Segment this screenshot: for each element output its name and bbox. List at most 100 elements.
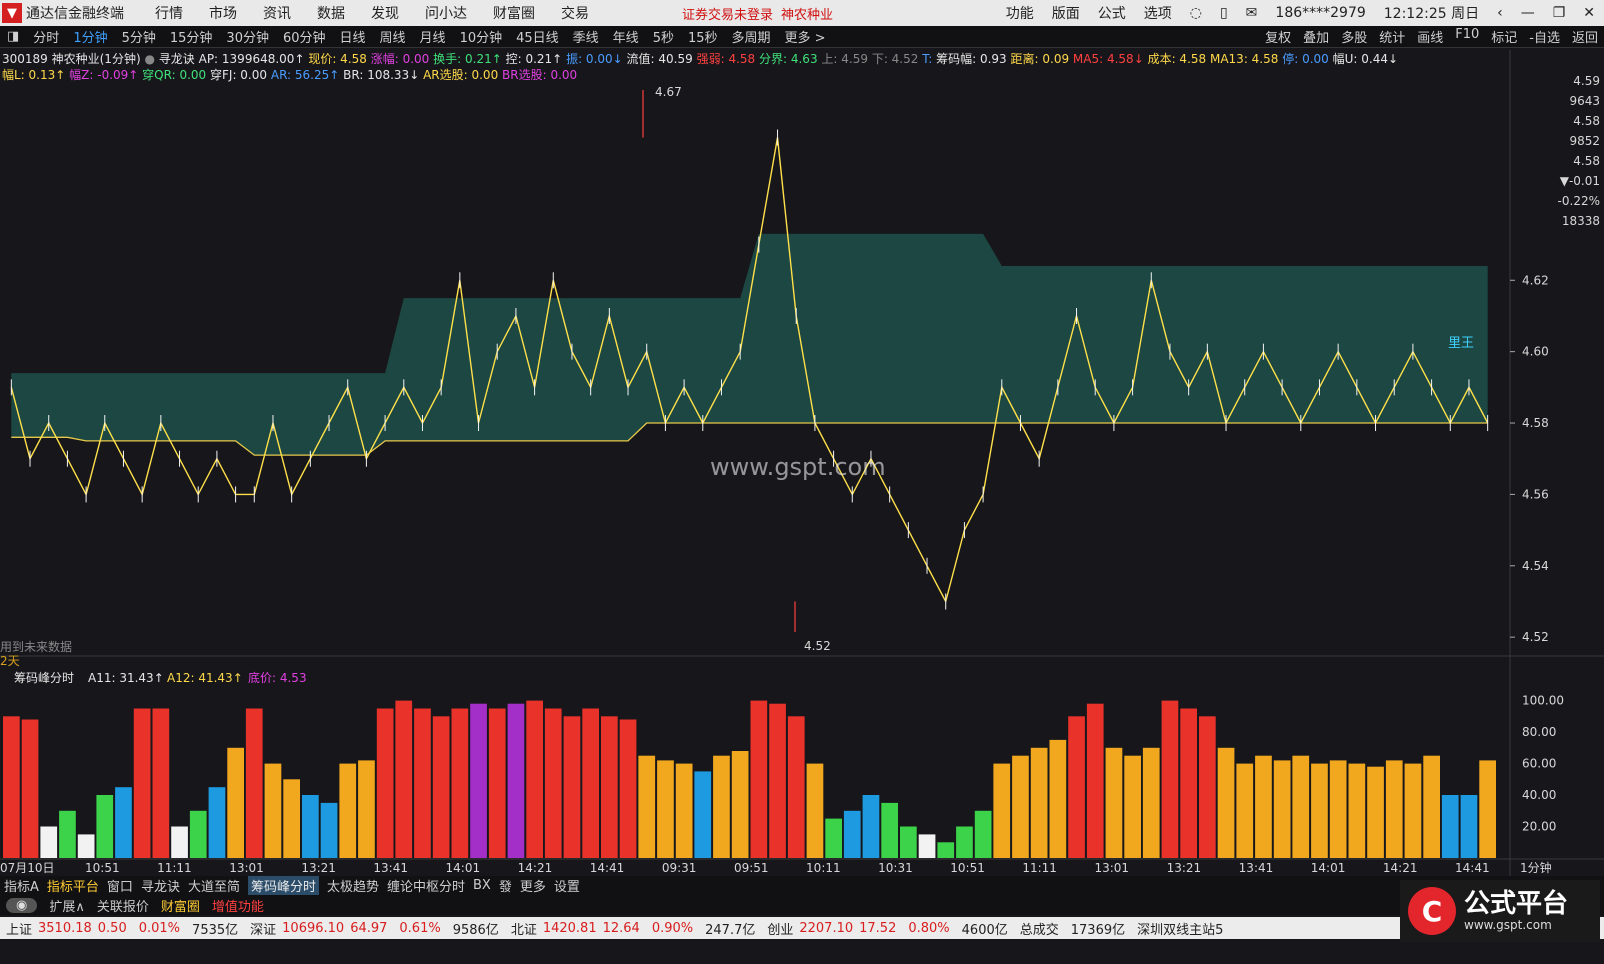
sub-axis-tick: 40.00 <box>1522 788 1556 802</box>
chip-bar <box>862 795 880 858</box>
sub-axis-tick: 20.00 <box>1522 820 1556 834</box>
time-axis-tick: 13:01 <box>229 861 264 875</box>
tab-taiji[interactable]: 太极趋势 <box>327 876 379 895</box>
chip-bar <box>40 826 58 858</box>
cy-value: 2207.10 <box>799 920 854 936</box>
time-axis-tick: 10:31 <box>878 861 913 875</box>
bz-amount: 247.7亿 <box>705 922 756 938</box>
chip-bar <box>1311 763 1328 858</box>
cy-label[interactable]: 创业 <box>767 919 793 938</box>
sz-pct: 0.61% <box>399 920 441 936</box>
chip-bar <box>563 716 581 858</box>
value-added-button[interactable]: 增值功能 <box>212 896 264 915</box>
time-axis-tick: 1分钟 <box>1520 860 1552 875</box>
time-axis-tick: 11:11 <box>157 861 192 875</box>
chip-bar <box>1199 716 1216 858</box>
chip-bar <box>1385 760 1403 858</box>
bz-label[interactable]: 北证 <box>511 919 537 938</box>
chip-bar <box>1180 708 1197 858</box>
bz-change: 12.64 <box>602 920 640 936</box>
sub-axis-tick: 100.00 <box>1522 694 1564 708</box>
time-axis-tick: 10:51 <box>85 861 120 875</box>
time-axis-tick: 11:11 <box>1022 861 1057 875</box>
server-name[interactable]: 深圳双线主站5 <box>1137 919 1223 938</box>
sh-change: 0.50 <box>97 920 127 936</box>
price-axis-tick: 4.60 <box>1522 345 1549 359</box>
linked-quote-button[interactable]: 关联报价 <box>97 896 149 915</box>
sz-label[interactable]: 深证 <box>250 919 276 938</box>
chip-bar <box>787 716 805 858</box>
chip-bar <box>937 842 955 858</box>
sz-value: 10696.10 <box>282 920 345 936</box>
time-axis-tick: 07月10日 <box>0 861 55 875</box>
mini-quote-value: 4.58 <box>1573 154 1600 168</box>
chip-bar <box>1404 763 1422 858</box>
bz-value: 1420.81 <box>542 920 597 936</box>
mini-quote-value: ▼-0.01 <box>1560 174 1600 188</box>
bz-pct: 0.90% <box>651 920 694 936</box>
tab-settings[interactable]: 设置 <box>554 876 580 895</box>
mini-quote-value: 18338 <box>1562 214 1600 228</box>
sz-amount: 9586亿 <box>452 922 499 938</box>
price-axis-tick: 4.54 <box>1522 559 1549 573</box>
chip-bar <box>133 708 151 858</box>
chip-bar <box>1423 755 1440 858</box>
time-axis-tick: 14:41 <box>1455 861 1490 875</box>
chip-bar <box>470 703 487 858</box>
tab-choumafeng[interactable]: 筹码峰分时 <box>247 876 319 895</box>
tab-fa[interactable]: 發 <box>499 876 512 895</box>
chip-bar <box>507 703 525 858</box>
price-axis-tick: 4.62 <box>1522 273 1549 287</box>
chip-bar <box>1273 760 1291 858</box>
sub-axis-tick: 80.00 <box>1522 725 1556 739</box>
chip-bar <box>993 763 1011 858</box>
chip-bar <box>171 826 188 858</box>
time-axis-tick: 13:21 <box>301 861 336 875</box>
time-axis-tick: 13:41 <box>1239 861 1274 875</box>
sub-indicator-title[interactable]: 筹码峰分时 <box>14 671 74 685</box>
brand-title: 公式平台 <box>1464 889 1569 919</box>
tab-chanlun[interactable]: 缠论中枢分时 <box>387 876 465 895</box>
tab-zhibiao-pingtai[interactable]: 指标平台 <box>47 876 99 895</box>
price-axis-tick: 4.52 <box>1522 630 1549 644</box>
tab-chuangkou[interactable]: 窗口 <box>107 876 133 895</box>
price-axis-tick: 4.58 <box>1522 416 1549 430</box>
chip-bar <box>451 708 469 858</box>
mini-quote-value: 4.58 <box>1573 114 1600 128</box>
mini-quote-value: 9643 <box>1569 94 1600 108</box>
tab-zhibiaoA[interactable]: 指标A <box>4 876 39 895</box>
mini-quote-value: 9852 <box>1569 134 1600 148</box>
tab-dadaozhijian[interactable]: 大道至简 <box>188 876 240 895</box>
sh-value: 3510.18 <box>38 920 92 936</box>
chip-bar <box>1086 703 1104 858</box>
chip-bar <box>414 708 431 858</box>
price-chart[interactable] <box>10 90 1489 632</box>
expand-button[interactable]: 扩展∧ <box>49 896 85 915</box>
chip-bar <box>713 755 730 858</box>
chip-bar <box>227 747 244 858</box>
chip-bar <box>1348 763 1366 858</box>
caifuquan-button[interactable]: 财富圈 <box>161 896 200 915</box>
chip-bar <box>1329 760 1347 858</box>
tab-bx[interactable]: BX <box>473 878 491 893</box>
chip-bar <box>1105 747 1123 858</box>
chip-bar <box>1217 747 1235 858</box>
sh-label[interactable]: 上证 <box>6 919 32 938</box>
tab-more[interactable]: 更多 <box>520 876 546 895</box>
tab-xunlongjue[interactable]: 寻龙诀 <box>141 876 180 895</box>
chip-bar <box>956 826 973 858</box>
time-axis-tick: 13:21 <box>1167 861 1202 875</box>
sh-amount: 7535亿 <box>192 922 239 938</box>
chip-bar <box>638 755 656 858</box>
chip-peak-chart[interactable] <box>3 700 1496 858</box>
total-amount: 17369亿 <box>1070 922 1126 938</box>
chip-bar <box>1292 755 1310 858</box>
time-axis-tick: 13:41 <box>373 861 408 875</box>
chip-bar <box>526 700 543 858</box>
chart-area[interactable]: 4.52 4.54 4.56 4.58 4.60 4.62 4.59 9643 4.58 9852… <box>0 0 1604 964</box>
chip-bar <box>1049 739 1067 858</box>
chip-bar <box>544 708 562 858</box>
chip-bar <box>77 834 95 858</box>
chip-bar <box>358 760 375 858</box>
toggle-switch-icon[interactable]: ◉ <box>6 897 38 913</box>
